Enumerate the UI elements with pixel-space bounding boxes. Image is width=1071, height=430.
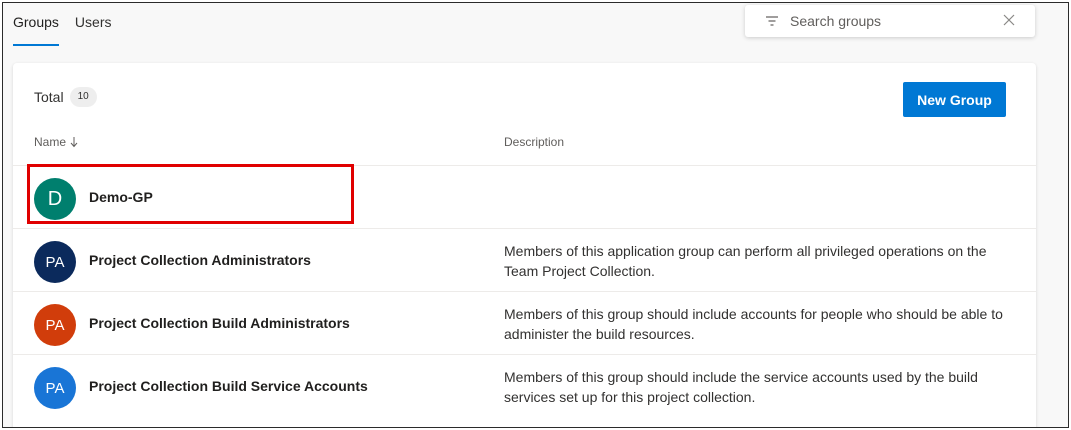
- avatar: D: [34, 178, 76, 220]
- sort-down-arrow-icon: [70, 137, 78, 148]
- avatar: PA: [34, 304, 76, 346]
- group-name[interactable]: Project Collection Build Administrators: [89, 315, 350, 331]
- groups-card: Total 10 New Group Name Description D De…: [13, 63, 1036, 427]
- column-header-name-label: Name: [34, 135, 67, 149]
- search-box[interactable]: Search groups: [745, 5, 1035, 37]
- column-header-description: Description: [504, 135, 564, 149]
- group-description: Members of this group should include the…: [504, 369, 978, 405]
- group-description: Members of this group should include acc…: [504, 306, 1003, 342]
- group-name[interactable]: Demo-GP: [89, 189, 153, 205]
- total-label: Total: [34, 89, 64, 105]
- filter-icon: [766, 16, 778, 26]
- avatar: PA: [34, 367, 76, 409]
- avatar: PA: [34, 241, 76, 283]
- groups-list: D Demo-GP PA Project Collection Administ…: [13, 165, 1036, 417]
- column-header-description-label: Description: [504, 135, 565, 149]
- page-frame: Groups Users Search groups Total 10 New …: [2, 2, 1069, 428]
- new-group-button[interactable]: New Group: [903, 82, 1006, 117]
- group-row-project-collection-build-administrators[interactable]: PA Project Collection Build Administrato…: [13, 291, 1036, 354]
- search-input[interactable]: Search groups: [790, 13, 881, 29]
- total-count-badge: 10: [69, 87, 97, 107]
- group-row-project-collection-build-service-accounts[interactable]: PA Project Collection Build Service Acco…: [13, 354, 1036, 417]
- group-name[interactable]: Project Collection Administrators: [89, 252, 311, 268]
- group-description: Members of this application group can pe…: [504, 243, 987, 279]
- group-row-project-collection-administrators[interactable]: PA Project Collection Administrators Mem…: [13, 228, 1036, 291]
- group-row-demo-gp[interactable]: D Demo-GP: [13, 165, 1036, 228]
- group-name[interactable]: Project Collection Build Service Account…: [89, 378, 368, 394]
- close-icon[interactable]: [1003, 14, 1015, 26]
- total-summary: Total 10: [34, 87, 97, 107]
- tab-bar: Groups Users: [13, 13, 120, 46]
- tab-groups[interactable]: Groups: [13, 13, 67, 46]
- tab-users[interactable]: Users: [67, 13, 120, 45]
- column-header-name[interactable]: Name: [34, 135, 78, 149]
